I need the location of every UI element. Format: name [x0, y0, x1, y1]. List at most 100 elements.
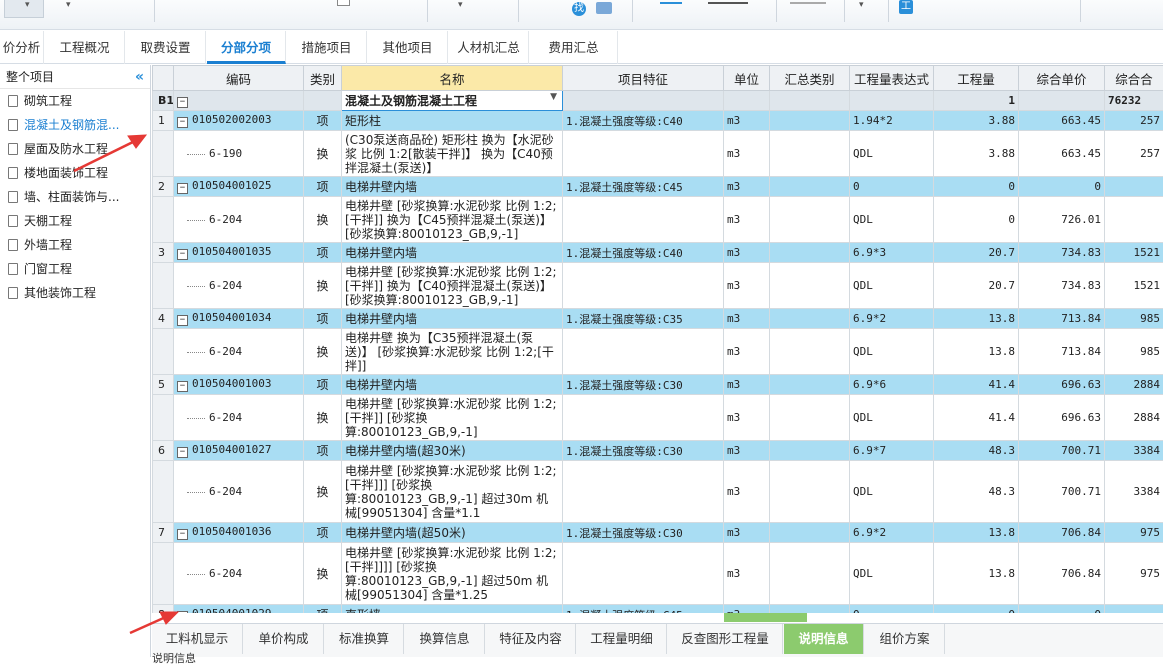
cell-qty[interactable]: 13.8: [934, 309, 1019, 329]
cell-name[interactable]: 电梯井壁内墙: [342, 177, 563, 197]
cell-qty[interactable]: 3.88: [934, 131, 1019, 177]
cell-expr[interactable]: QDL: [850, 197, 934, 243]
cell-expr[interactable]: 6.9*2: [850, 523, 934, 543]
collapse-toggle-icon[interactable]: −: [177, 381, 188, 392]
cell-qty[interactable]: 20.7: [934, 243, 1019, 263]
cell-expr[interactable]: 1.94*2: [850, 111, 934, 131]
cell-price[interactable]: 663.45: [1019, 131, 1105, 177]
cell-name[interactable]: 电梯井壁内墙: [342, 243, 563, 263]
tool-icon[interactable]: 工: [899, 0, 913, 14]
tab-features-content[interactable]: 特征及内容: [486, 624, 576, 654]
cell-summary[interactable]: [770, 263, 850, 309]
cell-code[interactable]: −010504001036: [174, 523, 304, 543]
cell-code[interactable]: −010504001034: [174, 309, 304, 329]
tree-item-other-decoration[interactable]: 其他装饰工程: [0, 281, 150, 305]
cell-summary[interactable]: [770, 309, 850, 329]
list-item-row[interactable]: 3−010504001035项电梯井壁内墙1.混凝土强度等级:C40m36.9*…: [153, 243, 1163, 263]
cell-feature[interactable]: [563, 329, 724, 375]
cell-code[interactable]: −010504001003: [174, 375, 304, 395]
tree-root[interactable]: 整个项目 «: [0, 65, 150, 89]
truck-icon[interactable]: [596, 2, 612, 14]
cell-feature[interactable]: 1.混凝土强度等级:C45: [563, 177, 724, 197]
cell-qty[interactable]: 13.8: [934, 329, 1019, 375]
tab-graphic-qty[interactable]: 反查图形工程量: [668, 624, 783, 654]
cell-summary[interactable]: [770, 177, 850, 197]
cell-expr[interactable]: 0: [850, 177, 934, 197]
collapse-toggle-icon[interactable]: −: [177, 117, 188, 128]
cell-unit[interactable]: m3: [724, 461, 770, 523]
cell-unit[interactable]: m3: [724, 263, 770, 309]
cell-price[interactable]: 696.63: [1019, 395, 1105, 441]
sub-row[interactable]: 6-204换电梯井壁 [砂浆换算:水泥砂浆 比例 1:2;[干拌]]] [砂浆换…: [153, 461, 1163, 523]
cell-unit[interactable]: m3: [724, 395, 770, 441]
tab-unit-price[interactable]: 单价构成: [244, 624, 324, 654]
cell-summary[interactable]: [770, 375, 850, 395]
cell-price[interactable]: 726.01: [1019, 197, 1105, 243]
toolbar-disabled-button[interactable]: [790, 0, 826, 4]
tab-other-items[interactable]: 其他项目: [368, 31, 448, 64]
cell-qty[interactable]: 0: [934, 177, 1019, 197]
cell-feature[interactable]: 1.混凝土强度等级:C40: [563, 111, 724, 131]
tab-pricing-scheme[interactable]: 组价方案: [865, 624, 945, 654]
header-total[interactable]: 综合合: [1105, 66, 1163, 91]
collapse-toggle-icon[interactable]: −: [177, 529, 188, 540]
list-item-row[interactable]: 8−010504001029项直形墙1.混凝土强度等级:C45m3000: [153, 605, 1163, 614]
tab-description[interactable]: 说明信息: [784, 624, 864, 654]
cell-feature[interactable]: 1.混凝土强度等级:C30: [563, 375, 724, 395]
cell-name[interactable]: 电梯井壁内墙: [342, 375, 563, 395]
cell-summary[interactable]: [770, 523, 850, 543]
cell-qty[interactable]: 20.7: [934, 263, 1019, 309]
tab-sections[interactable]: 分部分项: [207, 31, 286, 64]
cell-name[interactable]: 电梯井壁 [砂浆换算:水泥砂浆 比例 1:2;[干拌]] [砂浆换算:80010…: [342, 395, 563, 441]
header-qty-expr[interactable]: 工程量表达式: [850, 66, 934, 91]
toolbar-dropdown-4[interactable]: ▾: [859, 0, 864, 18]
cell-summary[interactable]: [770, 461, 850, 523]
cell-name[interactable]: 电梯井壁 [砂浆换算:水泥砂浆 比例 1:2;[干拌]]] [砂浆换算:8001…: [342, 461, 563, 523]
list-item-row[interactable]: 2−010504001025项电梯井壁内墙1.混凝土强度等级:C45m3000: [153, 177, 1163, 197]
collapse-toggle-icon[interactable]: −: [177, 611, 188, 613]
cell-price[interactable]: 0: [1019, 605, 1105, 614]
cell-name[interactable]: 电梯井壁 [砂浆换算:水泥砂浆 比例 1:2;[干拌]] 换为【C45预拌混凝土…: [342, 197, 563, 243]
cell-feature[interactable]: 1.混凝土强度等级:C30: [563, 441, 724, 461]
cell-summary[interactable]: [770, 395, 850, 441]
cell-name[interactable]: 电梯井壁 [砂浆换算:水泥砂浆 比例 1:2;[干拌]] 换为【C40预拌混凝土…: [342, 263, 563, 309]
collapse-toggle-icon[interactable]: −: [177, 447, 188, 458]
cell-price[interactable]: 700.71: [1019, 461, 1105, 523]
cell-expr[interactable]: 0: [850, 605, 934, 614]
cell-summary[interactable]: [770, 197, 850, 243]
cell-name[interactable]: 电梯井壁内墙(超30米): [342, 441, 563, 461]
cell-feature[interactable]: 1.混凝土强度等级:C40: [563, 243, 724, 263]
cell-expr[interactable]: 6.9*3: [850, 243, 934, 263]
cell-qty[interactable]: 13.8: [934, 523, 1019, 543]
list-item-row[interactable]: 5−010504001003项电梯井壁内墙1.混凝土强度等级:C30m36.9*…: [153, 375, 1163, 395]
cell-price[interactable]: 713.84: [1019, 309, 1105, 329]
cell-unit[interactable]: m3: [724, 131, 770, 177]
find-icon[interactable]: 找: [572, 2, 586, 16]
cell-expr[interactable]: QDL: [850, 329, 934, 375]
cell-feature[interactable]: 1.混凝土强度等级:C30: [563, 523, 724, 543]
cell-summary[interactable]: [770, 441, 850, 461]
cell-feature[interactable]: [563, 543, 724, 605]
tree-item-exterior-wall[interactable]: 外墙工程: [0, 233, 150, 257]
cell-price[interactable]: 706.84: [1019, 543, 1105, 605]
tab-materials-summary[interactable]: 人材机汇总: [449, 31, 529, 64]
cell-price[interactable]: 706.84: [1019, 523, 1105, 543]
cell-expr[interactable]: QDL: [850, 263, 934, 309]
header-code[interactable]: 编码: [174, 66, 304, 91]
tree-item-ceiling[interactable]: 天棚工程: [0, 209, 150, 233]
cell-price[interactable]: 713.84: [1019, 329, 1105, 375]
toolbar-checkbox[interactable]: [337, 0, 350, 6]
cell-name[interactable]: 矩形柱: [342, 111, 563, 131]
cell-code[interactable]: 6-204: [174, 329, 304, 375]
tab-project-overview[interactable]: 工程概况: [45, 31, 125, 64]
cell-qty[interactable]: 48.3: [934, 461, 1019, 523]
toolbar-dropdown-1[interactable]: ▾: [4, 0, 44, 18]
sub-row[interactable]: 6-190换(C30泵送商品砼) 矩形柱 换为【水泥砂浆 比例 1:2[散装干拌…: [153, 131, 1163, 177]
cell-unit[interactable]: m3: [724, 605, 770, 614]
cell-qty[interactable]: 48.3: [934, 441, 1019, 461]
cell-qty[interactable]: 41.4: [934, 395, 1019, 441]
cell-unit[interactable]: m3: [724, 523, 770, 543]
collapse-icon[interactable]: «: [135, 65, 144, 89]
cell-unit[interactable]: m3: [724, 309, 770, 329]
list-item-row[interactable]: 1−010502002003项矩形柱1.混凝土强度等级:C40m31.94*23…: [153, 111, 1163, 131]
